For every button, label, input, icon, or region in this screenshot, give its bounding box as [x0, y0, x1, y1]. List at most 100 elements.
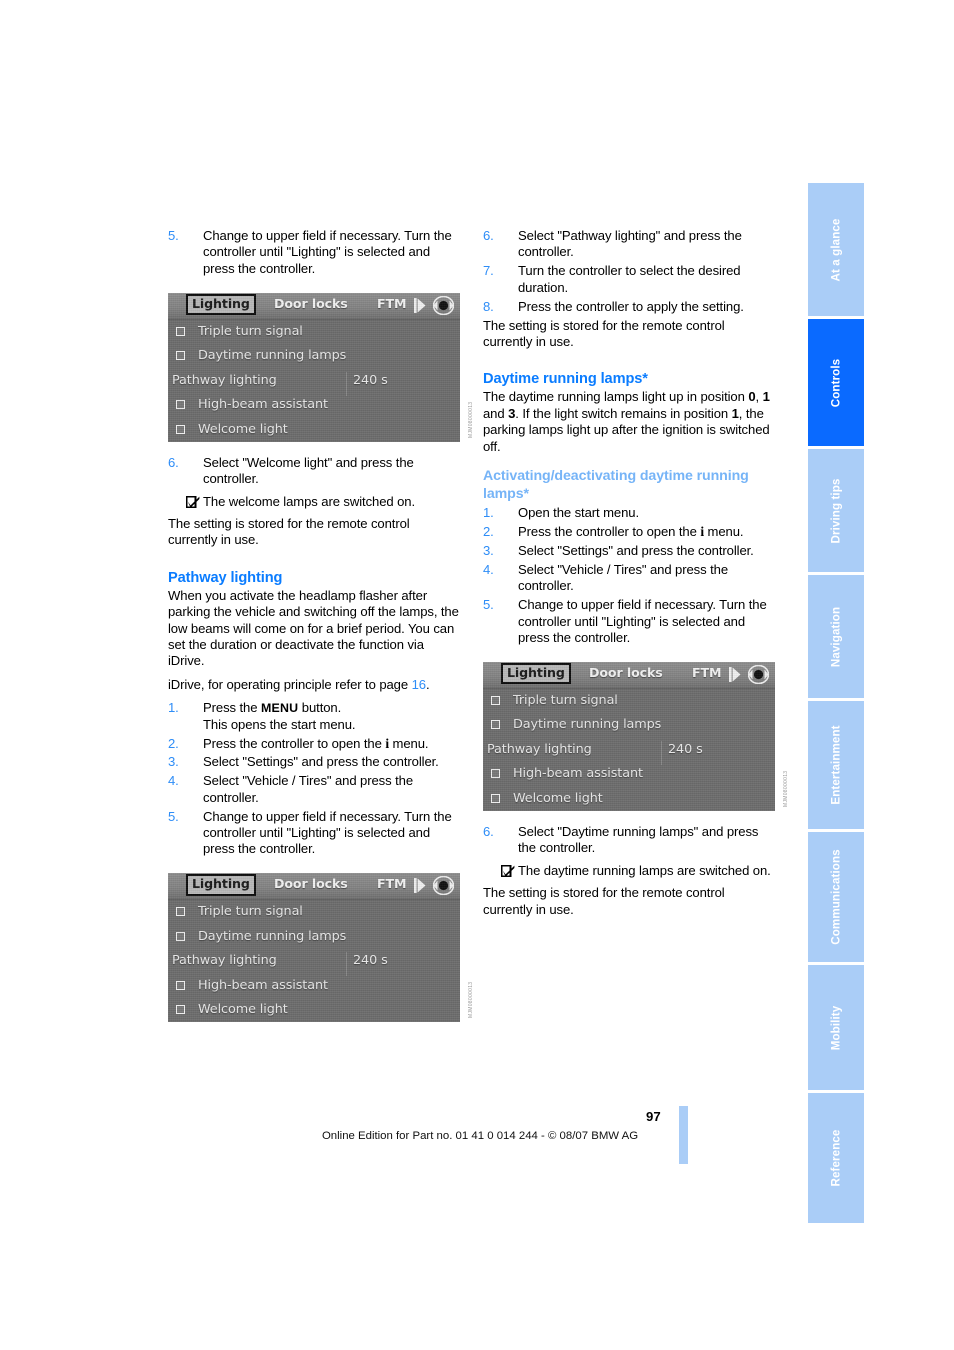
idrive-row-triple-turn-signal[interactable]: Triple turn signal [168, 900, 460, 925]
idrive-row-value[interactable]: 240 s [668, 738, 703, 763]
idrive-rows: Triple turn signal Daytime running lamps… [168, 320, 460, 442]
idrive-tab-door-locks[interactable]: Door locks [274, 296, 348, 312]
step-number: 2. [168, 735, 179, 751]
idrive-row-high-beam-assistant[interactable]: High-beam assistant [483, 762, 775, 787]
checkbox-icon[interactable] [491, 769, 500, 779]
checkbox-icon[interactable] [176, 907, 185, 917]
idrive-row-value[interactable]: 240 s [353, 949, 388, 974]
left-column: 5. Change to upper field if necessary. T… [168, 228, 472, 1023]
sidebar-item-mobility[interactable]: Mobility [808, 965, 864, 1090]
list-item: 7. Turn the controller to select the des… [483, 263, 775, 296]
idrive-row-pathway-lighting[interactable]: Pathway lighting 240 s [168, 949, 460, 974]
step-number: 3. [168, 754, 179, 770]
idrive-row-label: High-beam assistant [513, 766, 643, 782]
step-number: 5. [168, 228, 179, 243]
step-number: 8. [483, 298, 494, 314]
idrive-row-daytime-running-lamps[interactable]: Daytime running lamps [168, 925, 460, 950]
idrive-row-high-beam-assistant[interactable]: High-beam assistant [168, 974, 460, 999]
idrive-rows: Triple turn signal Daytime running lamps… [168, 900, 460, 1022]
checkbox-icon[interactable] [176, 980, 185, 990]
list-item: 1. Press the MENU button. This opens the … [168, 700, 460, 733]
idrive-row-pathway-lighting[interactable]: Pathway lighting 240 s [168, 369, 460, 394]
arrow-right-icon[interactable] [414, 297, 426, 313]
idrive-row-welcome-light[interactable]: Welcome light [483, 787, 775, 811]
list-item: 3. Select "Settings" and press the contr… [483, 543, 775, 559]
idrive-row-triple-turn-signal[interactable]: Triple turn signal [483, 689, 775, 714]
idrive-tabbar: Lighting Door locks FTM [168, 873, 460, 901]
page-link[interactable]: 16 [412, 677, 426, 692]
sidebar-item-controls[interactable]: Controls [808, 319, 864, 446]
step-number: 4. [168, 773, 179, 789]
idrive-row-welcome-light[interactable]: Welcome light [168, 418, 460, 442]
idrive-row-label: Daytime running lamps [198, 348, 347, 364]
light-position-1: 1 [762, 389, 770, 405]
checkbox-icon[interactable] [491, 695, 500, 705]
sidetab-label: Mobility [829, 1005, 843, 1050]
step-number: 5. [168, 808, 179, 824]
checkbox-icon[interactable] [491, 720, 500, 730]
idrive-row-label: Welcome light [198, 1002, 288, 1018]
sidebar-item-reference[interactable]: Reference [808, 1093, 864, 1223]
right-steps-top: 6. Select "Pathway lighting" and press t… [483, 228, 775, 315]
idrive-tab-ftm[interactable]: FTM [377, 876, 407, 892]
right-column: 6. Select "Pathway lighting" and press t… [483, 228, 787, 918]
footer-copyright: Online Edition for Part no. 01 41 0 014 … [321, 1130, 639, 1142]
idrive-row-label: Pathway lighting [172, 372, 277, 388]
idrive-row-pathway-lighting[interactable]: Pathway lighting 240 s [483, 738, 775, 763]
idrive-row-daytime-running-lamps[interactable]: Daytime running lamps [483, 713, 775, 738]
stored-note: The setting is stored for the remote con… [168, 515, 410, 548]
idrive-tabbar: Lighting Door locks FTM [168, 292, 460, 320]
step-number: 1. [168, 700, 179, 716]
arrow-right-icon[interactable] [729, 666, 741, 682]
checkbox-icon[interactable] [176, 931, 185, 941]
left-steps-list: 1. Press the MENU button. This opens the … [168, 700, 460, 858]
idrive-tab-lighting[interactable]: Lighting [501, 662, 571, 685]
step-number: 6. [483, 228, 494, 243]
idrive-row-welcome-light[interactable]: Welcome light [168, 998, 460, 1022]
idrive-row-label: Daytime running lamps [198, 928, 347, 944]
checkbox-icon[interactable] [176, 351, 185, 361]
idrive-row-value[interactable]: 240 s [353, 369, 388, 394]
idrive-row-high-beam-assistant[interactable]: High-beam assistant [168, 393, 460, 418]
step-number: 3. [483, 542, 494, 558]
idrive-tab-door-locks[interactable]: Door locks [589, 665, 663, 681]
step-number: 1. [483, 505, 494, 521]
controller-ball-icon [432, 876, 455, 896]
idrive-row-label: Triple turn signal [198, 904, 303, 920]
sidebar-item-at-a-glance[interactable]: At a glance [808, 183, 864, 316]
idrive-tab-lighting[interactable]: Lighting [186, 874, 256, 896]
checkbox-icon[interactable] [176, 1005, 185, 1015]
list-item: 4. Select "Vehicle / Tires" and press th… [483, 562, 775, 595]
checkbox-icon[interactable] [491, 793, 500, 803]
idrive-row-label: High-beam assistant [198, 397, 328, 413]
note-text: The welcome lamps are switched on. [203, 493, 416, 509]
footer-accent-bar [679, 1106, 688, 1164]
sidebar-item-navigation[interactable]: Navigation [808, 575, 864, 698]
checkbox-icon[interactable] [176, 400, 185, 410]
checkbox-icon[interactable] [176, 326, 185, 336]
sidebar-item-driving-tips[interactable]: Driving tips [808, 449, 864, 572]
idrive-row-triple-turn-signal[interactable]: Triple turn signal [168, 320, 460, 345]
idrive-tab-ftm[interactable]: FTM [692, 665, 722, 681]
sidebar-item-entertainment[interactable]: Entertainment [808, 701, 864, 829]
idrive-screenshot-3: Lighting Door locks FTM Triple turn sign… [483, 661, 787, 811]
idrive-row-daytime-running-lamps[interactable]: Daytime running lamps [168, 344, 460, 369]
checkbox-icon[interactable] [176, 424, 185, 434]
idrive-tab-lighting[interactable]: Lighting [186, 293, 256, 316]
step-text: Select "Settings" and press the controll… [203, 754, 439, 770]
idrive-tab-ftm[interactable]: FTM [377, 296, 407, 312]
light-position-1b: 1 [731, 405, 739, 421]
list-item: 6. Select "Daytime running lamps" and pr… [483, 824, 775, 857]
step-subline: This opens the start menu. [203, 716, 356, 732]
arrow-right-icon[interactable] [414, 878, 426, 894]
sidetab-label: Communications [829, 849, 843, 945]
step-text: Change to upper field if necessary. Turn… [203, 228, 452, 276]
sidebar-item-communications[interactable]: Communications [808, 832, 864, 962]
list-item: 3. Select "Settings" and press the contr… [168, 754, 460, 770]
list-item: 8. Press the controller to apply the set… [483, 299, 775, 315]
idrive-tab-door-locks[interactable]: Door locks [274, 876, 348, 892]
step-text: Select "Pathway lighting" and press the … [518, 228, 742, 260]
step-text: Select "Vehicle / Tires" and press the c… [518, 561, 729, 594]
idrive-screenshot-1: Lighting Door locks FTM Triple turn sign… [168, 292, 472, 442]
idrive-row-label: Triple turn signal [198, 323, 303, 339]
